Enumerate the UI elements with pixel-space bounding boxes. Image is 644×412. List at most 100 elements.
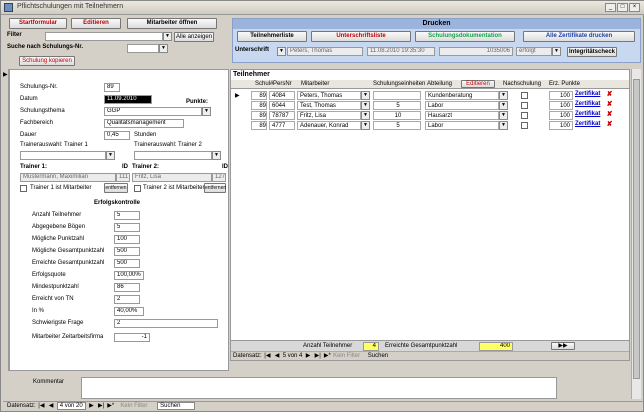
filter-dropdown-icon[interactable]: ▼ [163,32,172,41]
datum-field[interactable]: 11.09.2010 [104,95,152,104]
alle-anzeigen-button[interactable]: Alle anzeigen [174,32,214,42]
prev-record-button[interactable]: ◀ [47,402,55,411]
erfolg-row-value[interactable]: 40,00% [114,307,144,316]
abteilung-dropdown-icon[interactable]: ▼ [499,101,508,110]
sub-last-record-button[interactable]: ▶| [314,352,322,361]
schulungsthema-field[interactable]: GGP [104,107,202,116]
cell-einheiten[interactable]: 10 [373,111,421,120]
trainer2-auswahl-field[interactable] [134,151,212,160]
sub-kein-filter[interactable]: Kein Filter [333,353,360,359]
abteilung-dropdown-icon[interactable]: ▼ [499,91,508,100]
erfolg-row-value[interactable]: 5 [114,223,140,232]
cell-punkte[interactable]: 100 [549,111,573,120]
startformular-button[interactable]: Startformular [9,18,67,29]
zertifikat-link[interactable]: Zertifikat [575,121,600,127]
zertifikat-link[interactable]: Zertifikat [575,101,600,107]
status-dropdown-icon[interactable]: ▼ [552,47,561,56]
cell-punkte[interactable]: 100 [549,101,573,110]
erfolg-row-value[interactable]: 100,00% [114,271,144,280]
cell-abteilung[interactable]: Hausarzt [425,111,499,120]
next-record-button[interactable]: ▶▶ [551,342,575,350]
trainer1-entfernen-button[interactable]: entfernen [104,183,128,193]
cell-punkte[interactable]: 100 [549,91,573,100]
sub-suchen-field[interactable]: Suchen [368,353,388,359]
erfolg-row-value[interactable]: -1 [114,333,150,342]
cell-abteilung[interactable]: Labor [425,121,499,130]
cell-mitarbeiter[interactable]: Adenauer, Konrad [297,121,361,130]
cell-schul[interactable]: 89 [251,121,267,130]
mitarbeiter-dropdown-icon[interactable]: ▼ [361,91,370,100]
sub-next-record-button[interactable]: ▶ [304,352,312,361]
cell-einheiten[interactable]: 5 [373,101,421,110]
unterschrift-dropdown-icon[interactable]: ▼ [277,47,286,56]
mitarbeiter-dropdown-icon[interactable]: ▼ [361,111,370,120]
cell-abteilung[interactable]: Kundenberatung [425,91,499,100]
cell-schul[interactable]: 89 [251,111,267,120]
erfolg-row-value[interactable]: 2 [114,319,218,328]
last-record-button[interactable]: ▶| [97,402,105,411]
erfolg-row-value[interactable]: 500 [114,247,140,256]
kein-filter[interactable]: Kein Filter [120,403,147,409]
sub-prev-record-button[interactable]: ◀ [273,352,281,361]
vertical-scrollbar[interactable] [631,69,641,399]
maximize-button[interactable]: □ [617,3,628,12]
scrollbar-thumb[interactable] [633,79,640,379]
cell-persnr[interactable]: 4777 [269,121,295,130]
erfolg-row-value[interactable]: 100 [114,235,140,244]
sub-new-record-button[interactable]: ▶* [323,352,331,361]
trainer2-dropdown-icon[interactable]: ▼ [212,151,221,160]
mitarbeiter-dropdown-icon[interactable]: ▼ [361,121,370,130]
erfolg-row-value[interactable]: 5 [114,211,140,220]
erfolg-row-value[interactable]: 86 [114,283,140,292]
first-record-button[interactable]: |◀ [37,402,45,411]
mitarbeiter-oeffnen-button[interactable]: Mitarbeiter öffnen [127,18,217,29]
sub-first-record-button[interactable]: |◀ [263,352,271,361]
zertifikat-link[interactable]: Zertifikat [575,91,600,97]
trainer2-mitarbeiter-checkbox[interactable] [134,185,141,192]
schulungsdokumentation-button[interactable]: Schulungsdokumentation [415,31,515,42]
editieren-button[interactable]: Editieren [71,18,121,29]
cell-persnr[interactable]: 4084 [269,91,295,100]
schulungs-nr-field[interactable]: 89 [104,83,120,92]
delete-icon[interactable]: ✘ [605,101,614,109]
trainer1-auswahl-field[interactable] [20,151,106,160]
cell-mitarbeiter[interactable]: Peters, Thomas [297,91,361,100]
trainer1-mitarbeiter-checkbox[interactable] [20,185,27,192]
minimize-button[interactable]: _ [605,3,616,12]
erfolg-row-value[interactable]: 2 [114,295,140,304]
sub-record-position[interactable]: 5 von 4 [283,353,303,359]
cell-schul[interactable]: 89 [251,91,267,100]
zertifikat-link[interactable]: Zertifikat [575,111,600,117]
alle-zertifikate-button[interactable]: Alle Zertifikate drucken [523,31,635,42]
nachschulung-checkbox[interactable] [521,92,528,99]
fachbereich-field[interactable]: Qualitätsmanagement [104,119,184,128]
cell-mitarbeiter[interactable]: Test, Thomas [297,101,361,110]
suchen-field[interactable]: Suchen [157,402,196,410]
schulung-kopieren-button[interactable]: Schulung kopieren [19,56,75,66]
erfolg-row-value[interactable]: 500 [114,259,140,268]
new-record-button[interactable]: ▶* [107,402,115,411]
delete-icon[interactable]: ✘ [605,111,614,119]
trainer1-dropdown-icon[interactable]: ▼ [106,151,115,160]
cell-einheiten[interactable] [373,91,421,100]
schulungsthema-dropdown-icon[interactable]: ▼ [202,107,211,116]
kommentar-field[interactable] [81,377,557,399]
next-record-button[interactable]: ▶ [87,402,95,411]
abteilung-dropdown-icon[interactable]: ▼ [499,121,508,130]
unterschriftsliste-button[interactable]: Unterschriftsliste [311,31,411,42]
mitarbeiter-dropdown-icon[interactable]: ▼ [361,101,370,110]
teilnehmerliste-button[interactable]: Teilnehmerliste [237,31,307,42]
abteilung-dropdown-icon[interactable]: ▼ [499,111,508,120]
teilnehmer-editieren-button[interactable]: Editieren [461,80,495,88]
cell-abteilung[interactable]: Labor [425,101,499,110]
unterschrift-field[interactable]: Peters, Thomas [287,47,363,56]
close-button[interactable]: × [629,3,640,12]
delete-icon[interactable]: ✘ [605,121,614,129]
cell-punkte[interactable]: 100 [549,121,573,130]
cell-einheiten[interactable]: 5 [373,121,421,130]
nachschulung-checkbox[interactable] [521,122,528,129]
filter-input[interactable] [45,32,163,41]
delete-icon[interactable]: ✘ [605,91,614,99]
status-field[interactable]: erfolgt [516,47,552,56]
integritaetscheck-button[interactable]: Integritätscheck [567,47,617,57]
